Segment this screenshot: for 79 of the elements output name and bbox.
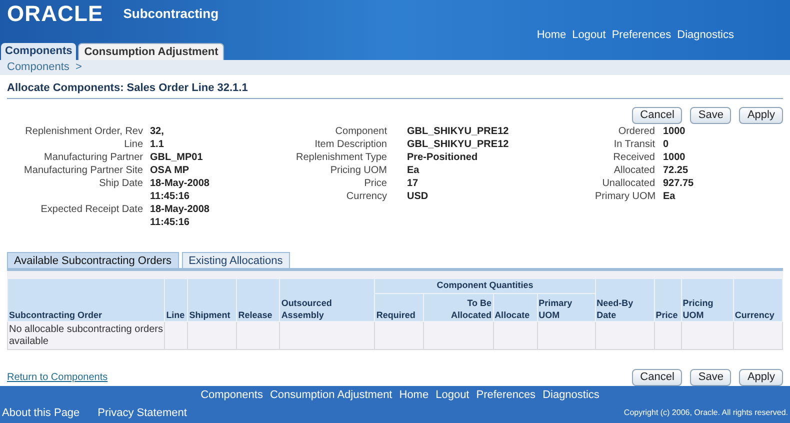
- column-header: Required: [374, 294, 424, 322]
- action-button[interactable]: Save: [690, 369, 732, 386]
- field-value: Ea: [407, 164, 420, 176]
- field-value: 0: [663, 138, 670, 150]
- column-header: Price: [654, 278, 682, 322]
- field-label: Price: [363, 176, 387, 190]
- field-value: OSA MP: [150, 164, 190, 176]
- field-label: In Transit: [612, 138, 655, 150]
- global-link[interactable]: Preferences: [612, 26, 672, 43]
- field-label: Pricing UOM: [329, 164, 387, 176]
- nav-tab[interactable]: Consumption Adjustment: [78, 43, 224, 60]
- column-group-header: Component Quantities: [374, 278, 596, 294]
- field-value: Ea: [663, 190, 676, 202]
- column-header: Line: [164, 278, 188, 322]
- privacy-link[interactable]: Privacy Statement: [98, 404, 187, 421]
- field-value: 32,: [150, 124, 165, 138]
- column-header: Release: [236, 278, 280, 322]
- field-value: 17: [407, 176, 420, 190]
- field-value: GBL_MP01: [150, 150, 204, 164]
- field-label: Component: [334, 124, 387, 138]
- action-button[interactable]: Cancel: [632, 106, 682, 124]
- action-button[interactable]: Save: [690, 106, 732, 124]
- field-value: 18-May-2008 11:45:16: [150, 202, 210, 228]
- copyright-text: Copyright (c) 2006, Oracle. All rights reserved.: [624, 406, 788, 419]
- nav-tab[interactable]: Components: [1, 43, 76, 60]
- field-value: 1000: [663, 150, 686, 164]
- footer-link[interactable]: Diagnostics: [542, 387, 600, 404]
- field-label: Primary UOM: [595, 190, 655, 202]
- column-header: Need-By Date: [595, 278, 654, 322]
- return-link[interactable]: Return to Components: [7, 370, 108, 386]
- field-label: Line: [123, 138, 143, 150]
- section-tab[interactable]: Available Subcontracting Orders: [7, 252, 179, 268]
- field-label: Allocated: [612, 164, 655, 176]
- about-link[interactable]: About this Page: [2, 404, 80, 421]
- field-value: 72.25: [663, 164, 690, 176]
- column-header: To Be Allocated: [424, 294, 494, 322]
- column-header: Pricing UOM: [681, 278, 734, 322]
- field-label: Currency: [345, 190, 387, 202]
- global-link[interactable]: Home: [536, 26, 566, 43]
- footer-link[interactable]: Components: [200, 387, 263, 404]
- field-value: GBL_SHIKYU_PRE12: [407, 138, 510, 150]
- column-header: Primary UOM: [537, 294, 596, 322]
- field-value: 1000: [663, 124, 686, 138]
- field-label: Item Description: [314, 138, 387, 150]
- empty-message: No allocable subcontracting orders available: [8, 322, 165, 350]
- field-value: 1.1: [150, 138, 165, 150]
- field-value: GBL_SHIKYU_PRE12: [407, 124, 510, 138]
- field-label: Ordered: [617, 124, 655, 138]
- app-title: Subcontracting: [123, 5, 219, 24]
- column-header: Shipment: [188, 278, 237, 322]
- action-button[interactable]: Apply: [739, 369, 783, 386]
- action-button[interactable]: Cancel: [632, 369, 682, 386]
- footer-link[interactable]: Consumption Adjustment: [270, 387, 392, 404]
- field-value: Pre-Positioned: [407, 150, 479, 164]
- field-label: Manufacturing Partner: [43, 150, 143, 164]
- column-header: Currency: [733, 278, 782, 322]
- action-button[interactable]: Apply: [739, 106, 783, 124]
- field-label: Manufacturing Partner Site: [23, 164, 143, 176]
- field-value: 18-May-2008 11:45:16: [150, 176, 210, 202]
- column-header: Subcontracting Order: [8, 278, 165, 322]
- field-value: 927.75: [663, 176, 694, 190]
- logo: ORACLE: [7, 3, 104, 25]
- global-link[interactable]: Logout: [572, 26, 606, 43]
- field-label: Received: [612, 150, 655, 164]
- field-value: USD: [407, 190, 430, 202]
- field-label: Unallocated: [601, 176, 655, 190]
- field-label: Expected Receipt Date: [40, 202, 143, 216]
- field-label: Replenishment Order, Rev: [24, 124, 143, 138]
- global-link[interactable]: Diagnostics: [677, 26, 734, 43]
- page-title: Allocate Components: Sales Order Line 32.1.1: [7, 82, 248, 94]
- column-header: Allocate: [493, 294, 538, 322]
- field-label: Replenishment Type: [295, 150, 387, 164]
- column-header: Outsourced Assembly: [280, 278, 375, 322]
- section-tab[interactable]: Existing Allocations: [182, 252, 290, 268]
- footer-link[interactable]: Preferences: [476, 387, 536, 404]
- footer-link[interactable]: Home: [399, 387, 429, 404]
- footer-link[interactable]: Logout: [436, 387, 470, 404]
- field-label: Ship Date: [98, 176, 143, 190]
- breadcrumb-link[interactable]: Components >: [7, 59, 82, 76]
